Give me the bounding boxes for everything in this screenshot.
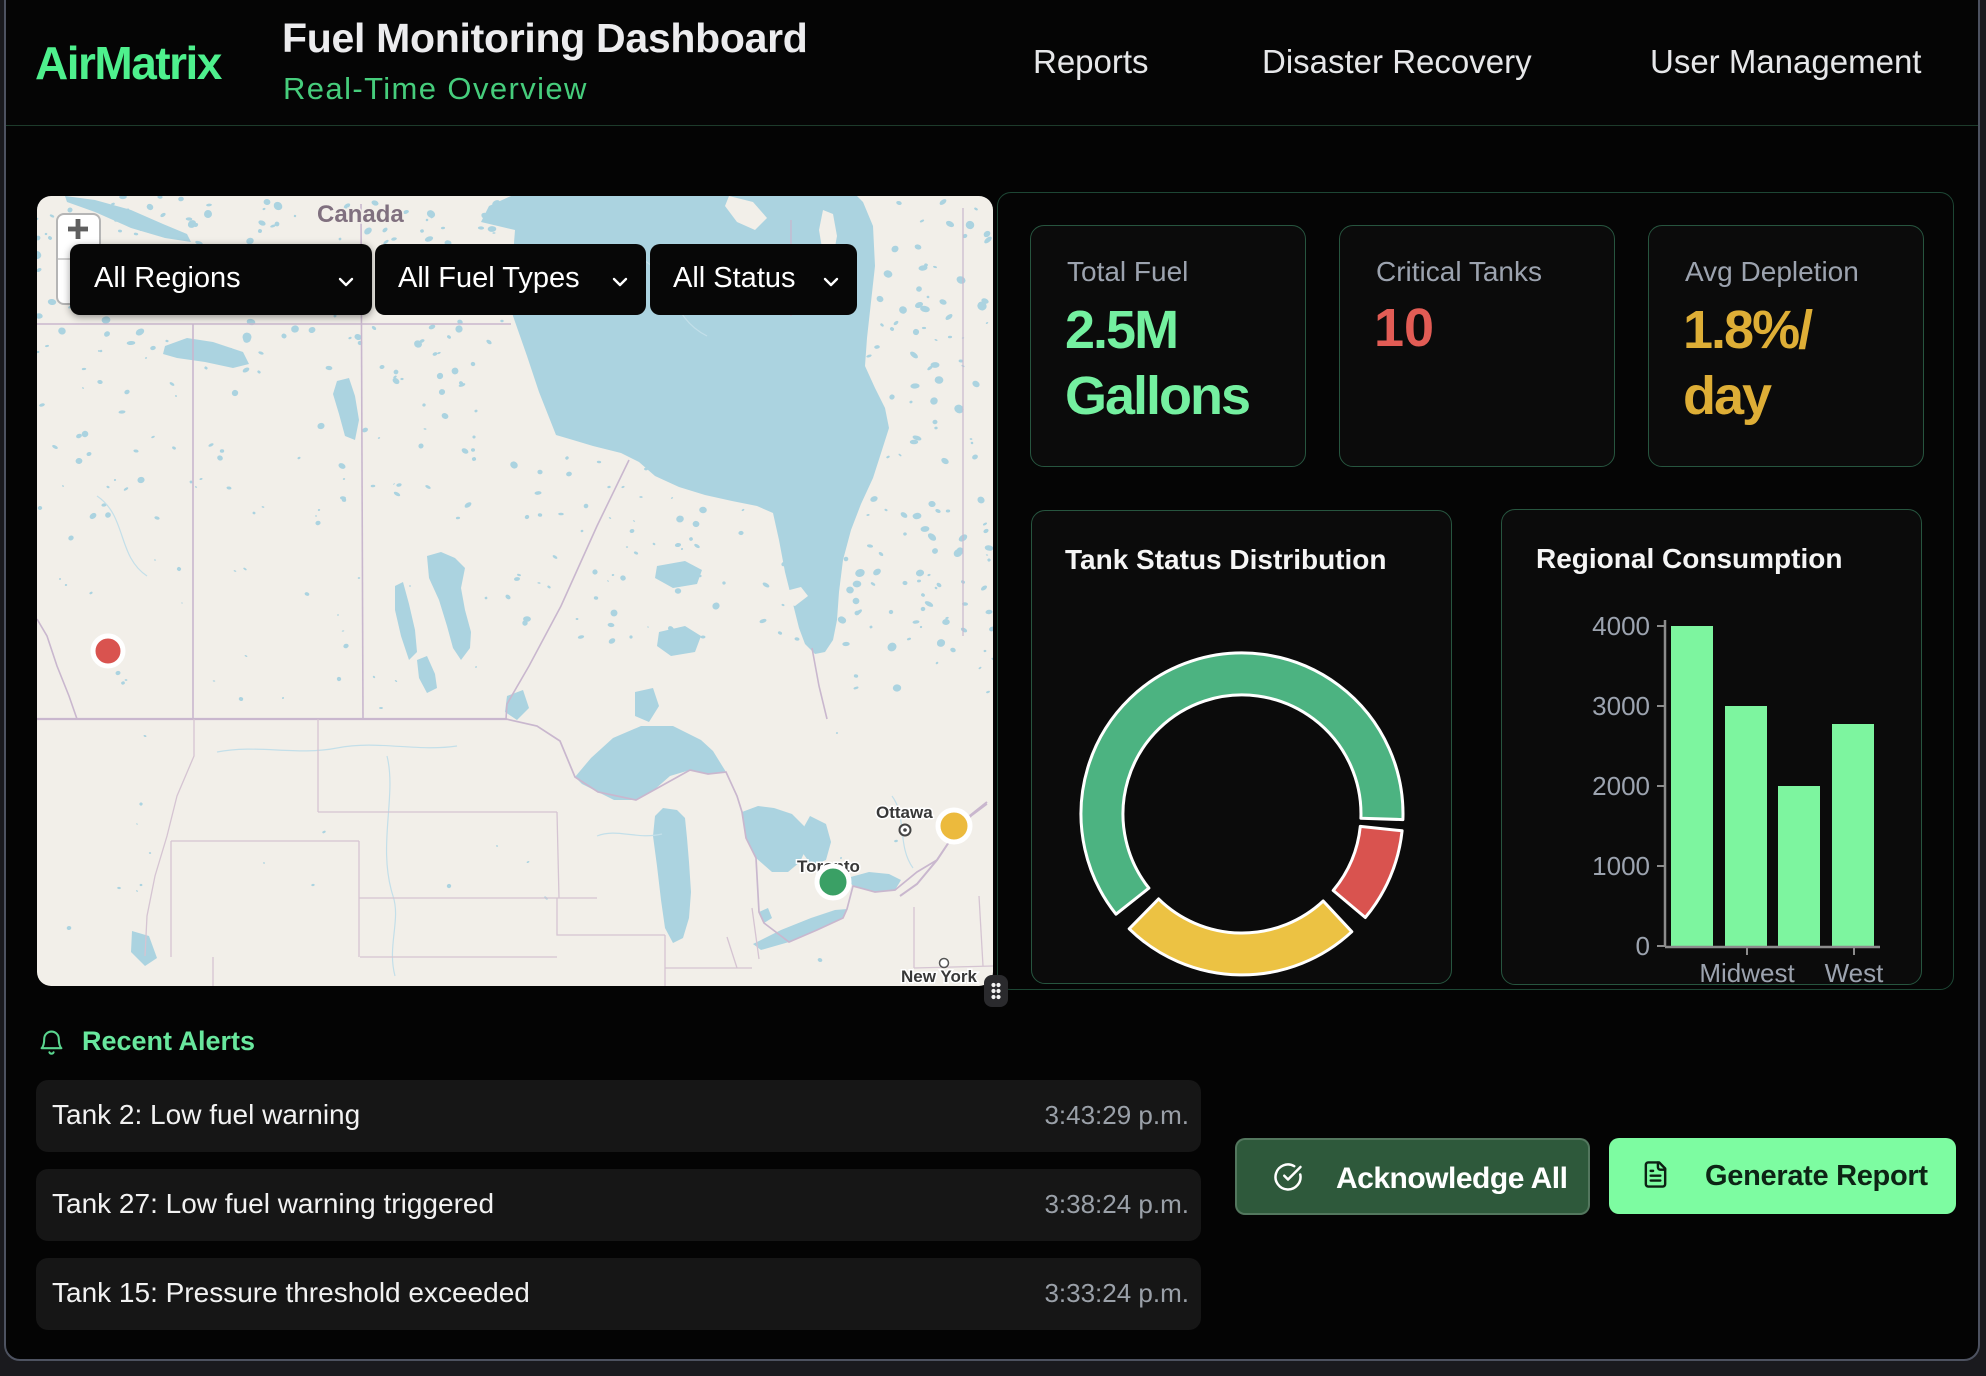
svg-text:Canada: Canada <box>317 201 404 228</box>
svg-text:New York: New York <box>901 967 977 986</box>
svg-text:4000: 4000 <box>1592 611 1650 641</box>
svg-text:2000: 2000 <box>1592 771 1650 801</box>
svg-text:West: West <box>1825 958 1885 985</box>
svg-text:0: 0 <box>1636 931 1650 961</box>
svg-text:Midwest: Midwest <box>1699 958 1795 985</box>
svg-text:3000: 3000 <box>1592 691 1650 721</box>
svg-text:1000: 1000 <box>1592 851 1650 881</box>
svg-text:Ottawa: Ottawa <box>876 803 933 822</box>
